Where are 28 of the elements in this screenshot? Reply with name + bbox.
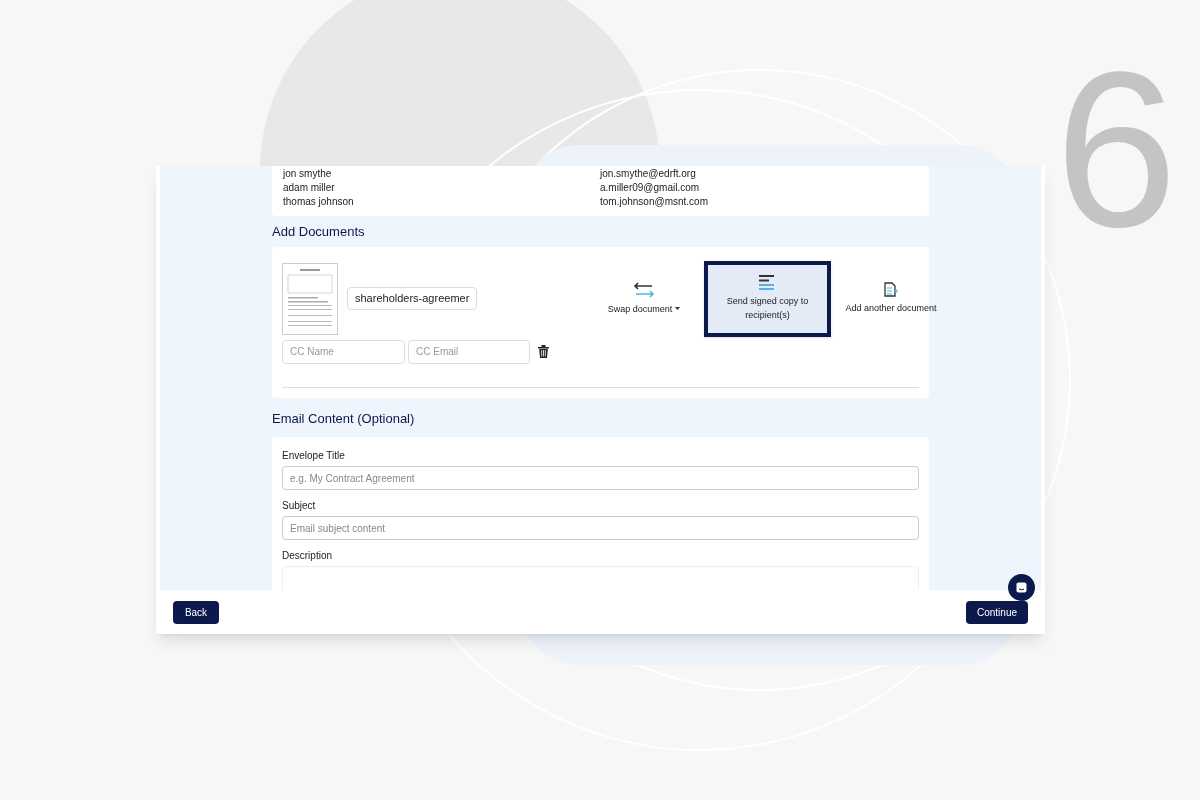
field-label: Envelope Title: [282, 449, 346, 463]
field-label: Subject: [282, 499, 317, 513]
caret-icon: [675, 307, 681, 310]
swap-arrows-icon: [632, 281, 656, 298]
field-label: Description: [282, 549, 334, 563]
section-heading: Email Content (Optional): [272, 409, 416, 428]
back-button[interactable]: Back: [173, 600, 219, 624]
chat-icon: [1016, 582, 1027, 593]
recipient-name: jon smythe: [283, 166, 333, 181]
recipient-email: jon.smythe@edrft.org: [600, 166, 696, 181]
cc-email-field[interactable]: CC Email: [408, 339, 530, 364]
cc-name-field[interactable]: CC Name: [282, 339, 405, 364]
trash-icon[interactable]: [538, 345, 549, 358]
file-name-field[interactable]: shareholders-agreemer: [347, 287, 478, 310]
section-heading: Add Documents: [272, 223, 366, 241]
document-plus-icon: [884, 282, 898, 297]
document-option[interactable]: Swap document: [584, 262, 704, 335]
recipient-name: thomas johnson: [283, 194, 355, 209]
lines-icon: [759, 275, 776, 290]
document-option[interactable]: Send signed copy to recipient(s): [704, 260, 831, 337]
document-option[interactable]: Add another document: [831, 262, 951, 335]
input-field[interactable]: Email subject content: [282, 516, 919, 540]
chat-button[interactable]: [1008, 574, 1035, 601]
recipient-name: adam miller: [283, 180, 336, 195]
recipient-email: tom.johnson@msnt.com: [600, 194, 708, 209]
recipient-email: a.miller09@gmail.com: [600, 180, 700, 195]
continue-button[interactable]: Continue: [966, 600, 1028, 624]
input-field[interactable]: e.g. My Contract Agreement: [282, 466, 919, 490]
